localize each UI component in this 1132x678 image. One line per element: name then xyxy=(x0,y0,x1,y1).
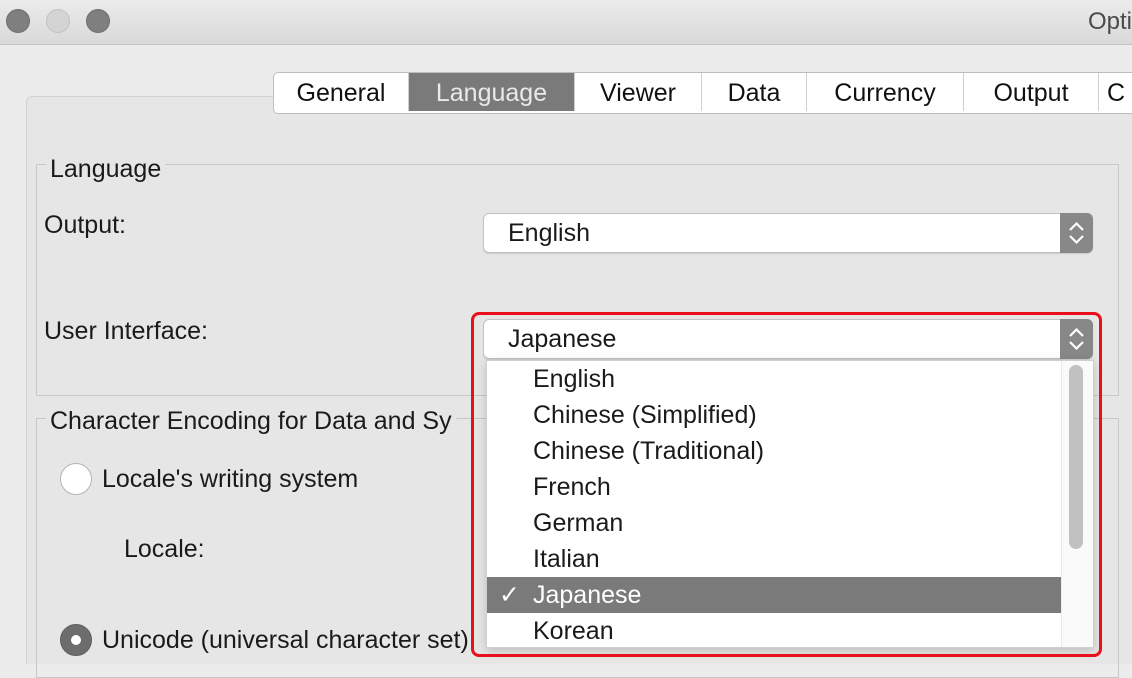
output-label: Output: xyxy=(44,211,126,239)
tab-currency[interactable]: Currency xyxy=(807,73,964,111)
dropdown-option-chinese-simplified[interactable]: Chinese (Simplified) xyxy=(487,397,1062,433)
dropdown-option-chinese-traditional[interactable]: Chinese (Traditional) xyxy=(487,433,1062,469)
user-interface-language-dropdown: English Chinese (Simplified) Chinese (Tr… xyxy=(486,360,1094,648)
output-language-value: English xyxy=(508,219,590,247)
dropdown-scroll-thumb[interactable] xyxy=(1069,365,1083,549)
dropdown-option-german[interactable]: German xyxy=(487,505,1062,541)
option-label: German xyxy=(533,509,624,537)
dropdown-option-japanese[interactable]: ✓ Japanese xyxy=(487,577,1062,613)
window-title: Opti xyxy=(1087,8,1132,35)
dropdown-option-french[interactable]: French xyxy=(487,469,1062,505)
user-interface-language-value: Japanese xyxy=(508,325,617,353)
zoom-window-button[interactable] xyxy=(86,9,110,33)
option-label: Japanese xyxy=(533,581,642,609)
close-window-button[interactable] xyxy=(6,9,30,33)
option-label: Korean xyxy=(533,617,614,645)
unicode-radio[interactable] xyxy=(60,624,92,656)
checkmark-icon: ✓ xyxy=(499,581,520,609)
tab-data[interactable]: Data xyxy=(702,73,807,111)
output-language-select[interactable]: English xyxy=(483,213,1093,253)
option-label: English xyxy=(533,365,615,393)
dropdown-option-korean[interactable]: Korean xyxy=(487,613,1062,647)
dropdown-option-italian[interactable]: Italian xyxy=(487,541,1062,577)
tab-language[interactable]: Language xyxy=(409,73,575,111)
locale-writing-system-radio[interactable] xyxy=(60,463,92,495)
locale-label: Locale: xyxy=(124,535,205,563)
tab-overflow[interactable]: C xyxy=(1099,73,1132,111)
title-bar: Opti xyxy=(0,0,1132,45)
tab-output[interactable]: Output xyxy=(964,73,1099,111)
tab-general[interactable]: General xyxy=(274,73,409,111)
encoding-group-title: Character Encoding for Data and Sy xyxy=(46,406,456,436)
minimize-window-button[interactable] xyxy=(46,9,70,33)
user-interface-label: User Interface: xyxy=(44,317,208,345)
user-interface-language-select[interactable]: Japanese xyxy=(483,319,1093,359)
tab-bar: General Language Viewer Data Currency Ou… xyxy=(273,72,1132,114)
select-stepper-icon xyxy=(1060,319,1093,359)
dropdown-option-english[interactable]: English xyxy=(487,361,1062,397)
tab-viewer[interactable]: Viewer xyxy=(575,73,702,111)
locale-writing-system-label: Locale's writing system xyxy=(102,465,359,493)
dropdown-scrollbar[interactable] xyxy=(1061,361,1093,647)
option-label: Italian xyxy=(533,545,600,573)
language-group-title: Language xyxy=(46,154,166,184)
option-label: Chinese (Simplified) xyxy=(533,401,757,429)
option-label: French xyxy=(533,473,611,501)
unicode-label: Unicode (universal character set) xyxy=(102,626,469,654)
option-label: Chinese (Traditional) xyxy=(533,437,765,465)
select-stepper-icon xyxy=(1060,213,1093,253)
